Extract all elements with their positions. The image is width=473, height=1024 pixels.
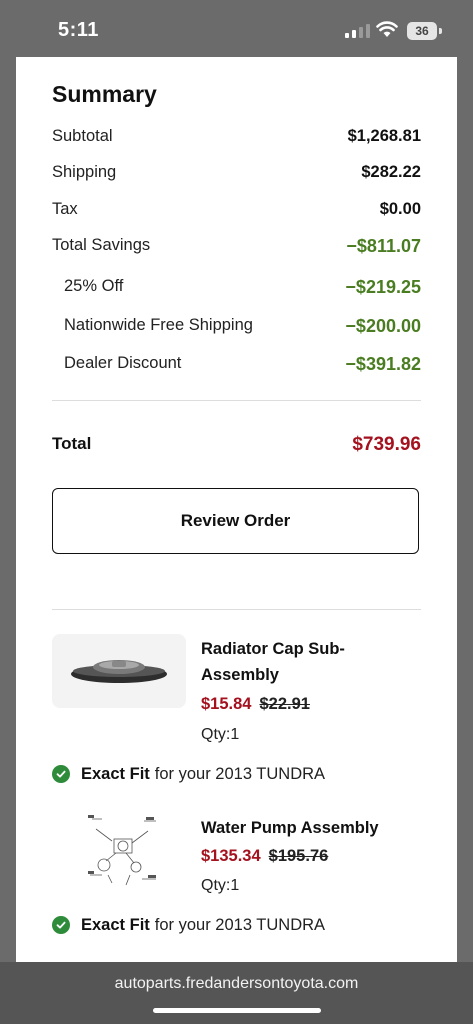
checkout-summary-page: Summary Subtotal $1,268.81 Shipping $282… xyxy=(16,57,457,962)
item-quantity: Qty:1 xyxy=(201,726,240,743)
review-order-button[interactable]: Review Order xyxy=(52,488,419,554)
battery-icon xyxy=(439,28,442,34)
subtotal-label: Subtotal xyxy=(52,127,113,145)
summary-divider xyxy=(52,400,421,401)
wifi-icon xyxy=(376,21,398,37)
free-shipping-row: Nationwide Free Shipping −$200.00 xyxy=(52,316,421,340)
item-original-price: $195.76 xyxy=(268,847,329,865)
items-divider xyxy=(52,609,421,610)
home-indicator[interactable] xyxy=(153,1008,321,1013)
tax-value: $0.00 xyxy=(379,200,421,218)
check-circle-icon xyxy=(52,916,70,934)
percent-off-row: 25% Off −$219.25 xyxy=(52,277,421,301)
total-label: Total xyxy=(52,434,92,453)
dealer-discount-label: Dealer Discount xyxy=(64,354,182,372)
shipping-value: $282.22 xyxy=(361,163,421,181)
total-savings-row: Total Savings −$811.07 xyxy=(52,236,421,260)
status-time: 5:11 xyxy=(58,19,99,41)
cellular-signal-icon xyxy=(345,24,370,38)
tax-row: Tax $0.00 xyxy=(52,200,421,224)
dealer-discount-row: Dealer Discount −$391.82 xyxy=(52,354,421,378)
free-shipping-label: Nationwide Free Shipping xyxy=(64,316,253,334)
battery-indicator: 36 xyxy=(407,22,437,40)
check-circle-icon xyxy=(52,765,70,783)
water-pump-image[interactable] xyxy=(86,809,164,889)
item-price-line: $15.84 $22.91 xyxy=(201,695,310,714)
percent-off-value: −$219.25 xyxy=(345,277,421,297)
total-savings-label: Total Savings xyxy=(52,236,151,254)
dealer-discount-value: −$391.82 xyxy=(345,354,421,374)
radiator-cap-icon xyxy=(71,660,167,683)
total-savings-value: −$811.07 xyxy=(346,236,421,256)
item-sale-price: $15.84 xyxy=(201,695,252,713)
item-price-line: $135.34 $195.76 xyxy=(201,847,328,866)
url-text[interactable]: autoparts.fredandersontoyota.com xyxy=(0,975,473,993)
item-name[interactable]: Water Pump Assembly xyxy=(201,815,401,841)
exact-fit-notice: Exact Fit for your 2013 TUNDRA xyxy=(52,763,325,785)
shipping-label: Shipping xyxy=(52,163,117,181)
item-original-price: $22.91 xyxy=(259,695,310,713)
percent-off-label: 25% Off xyxy=(64,277,124,295)
tax-label: Tax xyxy=(52,200,78,218)
status-bar: 5:11 36 xyxy=(0,0,473,57)
subtotal-value: $1,268.81 xyxy=(347,127,421,145)
exact-fit-label: Exact Fit xyxy=(81,915,150,934)
summary-title: Summary xyxy=(52,81,157,107)
item-sale-price: $135.34 xyxy=(201,847,261,865)
radiator-cap-image[interactable] xyxy=(52,634,186,708)
item-quantity: Qty:1 xyxy=(201,877,240,894)
subtotal-row: Subtotal $1,268.81 xyxy=(52,127,421,151)
parts-diagram-icon xyxy=(88,815,156,886)
item-name[interactable]: Radiator Cap Sub-Assembly xyxy=(201,636,401,688)
free-shipping-value: −$200.00 xyxy=(345,316,421,336)
shipping-row: Shipping $282.22 xyxy=(52,163,421,187)
total-value: $739.96 xyxy=(352,434,421,455)
exact-fit-vehicle: for your 2013 TUNDRA xyxy=(154,915,326,934)
exact-fit-label: Exact Fit xyxy=(81,764,150,783)
exact-fit-notice: Exact Fit for your 2013 TUNDRA xyxy=(52,914,325,936)
exact-fit-vehicle: for your 2013 TUNDRA xyxy=(154,764,326,783)
browser-address-bar[interactable]: autoparts.fredandersontoyota.com xyxy=(0,962,473,1024)
